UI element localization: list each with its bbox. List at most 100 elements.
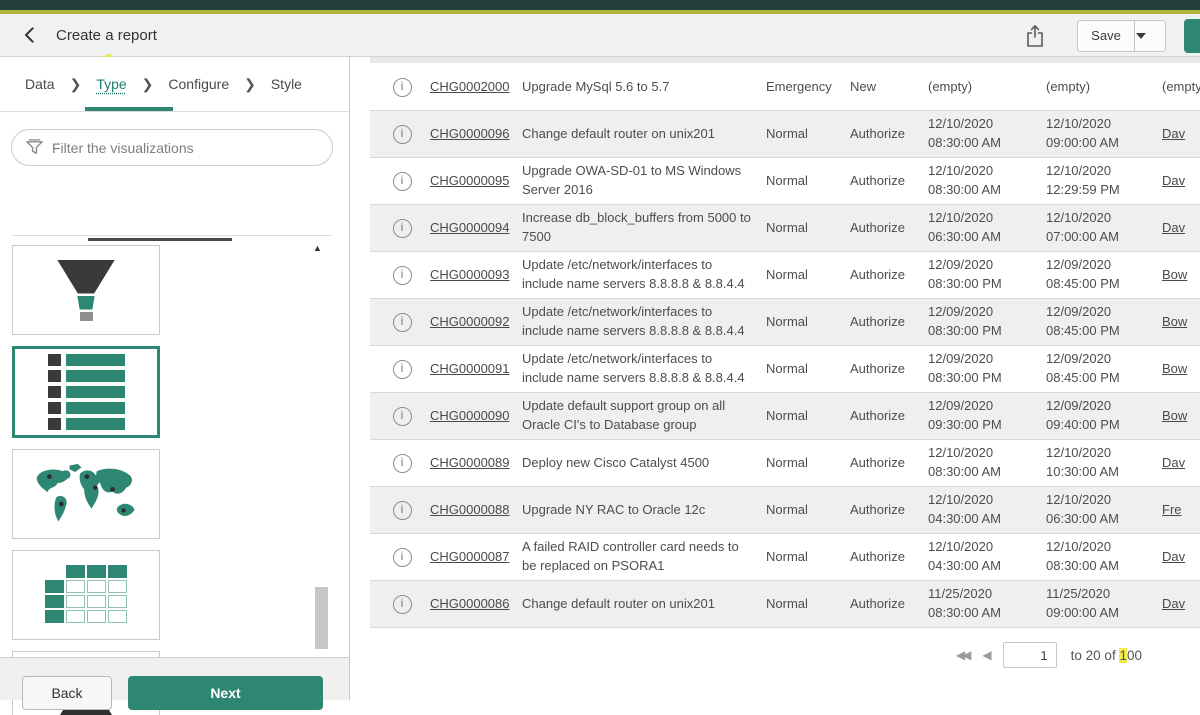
assigned-to-cell: Dav [1162, 168, 1200, 195]
change-number-link[interactable]: CHG0000087 [430, 549, 510, 564]
change-number-link[interactable]: CHG0000090 [430, 408, 510, 423]
priority-cell: Normal [766, 262, 850, 289]
change-number-link[interactable]: CHG0000093 [430, 267, 510, 282]
chevron-right-icon: ❯ [142, 76, 154, 93]
priority-cell: Normal [766, 403, 850, 430]
change-number-link[interactable]: CHG0000095 [430, 173, 510, 188]
back-button[interactable]: Back [22, 676, 112, 710]
change-number-cell: CHG0000094 [430, 215, 522, 242]
viz-thumbnail-list[interactable] [12, 346, 160, 438]
info-cell: i [380, 74, 430, 101]
assigned-to-link[interactable]: Fre [1162, 502, 1182, 517]
assigned-to-cell: Dav [1162, 544, 1200, 571]
priority-cell: Normal [766, 591, 850, 618]
change-number-link[interactable]: CHG0000086 [430, 596, 510, 611]
info-icon[interactable]: i [393, 360, 412, 379]
table-row: iCHG0000092Update /etc/network/interface… [370, 299, 1200, 346]
state-cell: Authorize [850, 591, 928, 618]
table-row: i CHG0000090 Update default support group … [370, 393, 1200, 440]
previous-page-button[interactable]: ◀ [982, 648, 988, 662]
change-number-cell: CHG0000096 [430, 121, 522, 148]
state-cell: Authorize [850, 356, 928, 383]
info-icon[interactable]: i [393, 548, 412, 567]
assigned-to-link[interactable]: Dav [1162, 596, 1185, 611]
save-button[interactable]: Save [1077, 20, 1135, 52]
assigned-to-link[interactable]: Bow [1162, 408, 1187, 423]
assigned-to-cell: Dav [1162, 591, 1200, 618]
change-number-cell: CHG0000086 [430, 591, 522, 618]
viz-thumbnail-map[interactable] [12, 449, 160, 539]
info-icon[interactable]: i [393, 266, 412, 285]
next-button[interactable]: Next [128, 676, 323, 710]
step-data[interactable]: Data [25, 76, 55, 92]
info-cell: i [380, 591, 430, 618]
assigned-to-link[interactable]: Bow [1162, 361, 1187, 376]
save-dropdown-button[interactable] [1135, 20, 1166, 52]
app-header: Create a report Save [0, 14, 1200, 57]
filter-visualizations-input[interactable] [11, 129, 333, 166]
change-number-cell: CHG0000088 [430, 497, 522, 524]
short-description-cell: Change default router on unix201 [522, 591, 766, 618]
state-cell: New [850, 74, 928, 101]
assigned-to-link[interactable]: Dav [1162, 173, 1185, 188]
planned-end-date-cell: 12/10/2020 06:30:00 AM [1046, 487, 1162, 533]
change-number-link[interactable]: CHG0000091 [430, 361, 510, 376]
viz-thumbnail-heatmap[interactable] [12, 550, 160, 640]
assigned-to-link[interactable]: Dav [1162, 455, 1185, 470]
back-navigation-button[interactable] [14, 18, 48, 52]
change-number-link[interactable]: CHG0000088 [430, 502, 510, 517]
filter-funnel-icon [25, 138, 44, 157]
planned-start-date-cell: 12/10/2020 06:30:00 AM [928, 205, 1046, 251]
planned-start-date-cell: 12/09/2020 09:30:00 PM [928, 393, 1046, 439]
assigned-to-link[interactable]: Bow [1162, 314, 1187, 329]
change-number-link[interactable]: CHG0000092 [430, 314, 510, 329]
change-number-link[interactable]: CHG0000094 [430, 220, 510, 235]
planned-end-date-cell: 12/10/2020 07:00:00 AM [1046, 205, 1162, 251]
info-icon[interactable]: i [393, 313, 412, 332]
info-icon[interactable]: i [393, 125, 412, 144]
info-cell: i [380, 215, 430, 242]
change-number-link[interactable]: CHG0000089 [430, 455, 510, 470]
state-cell: Authorize [850, 309, 928, 336]
assigned-to-link[interactable]: Bow [1162, 267, 1187, 282]
assigned-to-cell: Bow [1162, 403, 1200, 430]
info-icon[interactable]: i [393, 78, 412, 97]
info-icon[interactable]: i [393, 501, 412, 520]
wizard-footer: Back Next [0, 657, 349, 700]
step-style[interactable]: Style [271, 76, 302, 92]
change-number-link[interactable]: CHG0000096 [430, 126, 510, 141]
change-number-link[interactable]: CHG0002000 [430, 79, 510, 94]
priority-cell: Normal [766, 356, 850, 383]
assigned-to-link[interactable]: Dav [1162, 549, 1185, 564]
info-icon[interactable]: i [393, 219, 412, 238]
info-cell: i [380, 121, 430, 148]
run-report-button-cutoff[interactable] [1184, 19, 1200, 53]
priority-cell: Normal [766, 215, 850, 242]
planned-end-date-cell: (empty) [1046, 74, 1162, 101]
info-cell: i [380, 497, 430, 524]
info-icon[interactable]: i [393, 595, 412, 614]
page-number-input[interactable] [1003, 642, 1057, 668]
scroll-up-arrow[interactable]: ▲ [313, 243, 322, 253]
assigned-to-link[interactable]: Dav [1162, 220, 1185, 235]
assigned-to-link[interactable]: Dav [1162, 126, 1185, 141]
table-grid-icon [45, 565, 127, 625]
priority-cell: Normal [766, 168, 850, 195]
scrollbar-thumb[interactable] [315, 587, 328, 649]
share-button[interactable] [1025, 24, 1045, 48]
table-row: iCHG0000094Increase db_block_buffers fro… [370, 205, 1200, 252]
info-icon[interactable]: i [393, 407, 412, 426]
short-description-cell: Update default support group on all Orac… [522, 393, 766, 439]
first-page-button[interactable]: ◀◀ [956, 648, 968, 662]
info-icon[interactable]: i [393, 172, 412, 191]
change-number-cell: CHG0000090 [430, 403, 522, 430]
step-type[interactable]: Type [96, 76, 126, 92]
info-cell: i [380, 262, 430, 289]
step-configure[interactable]: Configure [168, 76, 229, 92]
viz-thumbnail-funnel[interactable] [12, 245, 160, 335]
change-number-cell: CHG0000093 [430, 262, 522, 289]
info-icon[interactable]: i [393, 454, 412, 473]
planned-end-date-cell: 12/10/2020 08:30:00 AM [1046, 534, 1162, 580]
state-cell: Authorize [850, 121, 928, 148]
table-row: iCHG0002000Upgrade MySql 5.6 to 5.7Emerg… [370, 64, 1200, 111]
